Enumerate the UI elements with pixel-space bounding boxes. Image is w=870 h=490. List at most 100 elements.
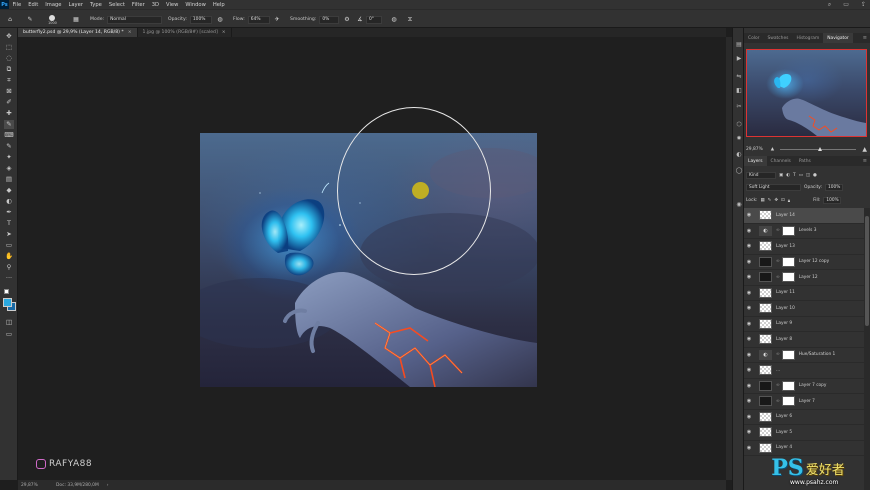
history-icon[interactable]: ▤ — [735, 40, 743, 48]
layer-row[interactable]: ◉ ◐ ∞ Hue/Saturation 1 — [744, 348, 864, 363]
visibility-eye-icon[interactable]: ◉ — [744, 352, 754, 358]
layers-scroll-thumb[interactable] — [865, 216, 869, 326]
clone-stamp-tool-icon[interactable]: ⌨ — [4, 131, 14, 140]
history-brush-tool-icon[interactable]: ✎ — [4, 142, 14, 151]
lock-artboard-icon[interactable]: ⊡ — [781, 198, 785, 203]
menu-help[interactable]: Help — [209, 2, 228, 8]
default-colors-icon[interactable] — [4, 289, 9, 294]
frame-tool-icon[interactable]: ⊠ — [4, 87, 14, 96]
tab-butterfly2[interactable]: butterfly2.psd @ 29,9% (Layer 14, RGB/8)… — [18, 28, 138, 37]
pen-pressure-tool-icon[interactable]: ◐ — [4, 197, 14, 206]
mask-link-icon[interactable]: ∞ — [776, 228, 780, 233]
zoom-tool-icon[interactable]: ⚲ — [4, 263, 14, 272]
tab-1jpg[interactable]: 1.jpg @ 100% (RGB/8#) [scaled] × — [138, 28, 232, 37]
lock-all-icon[interactable]: 🔒︎ — [788, 198, 790, 204]
visibility-eye-icon[interactable]: ◉ — [744, 321, 754, 327]
status-menu-arrow[interactable]: › — [99, 483, 109, 488]
layer-row[interactable]: ◉... — [744, 363, 864, 379]
canvas-area[interactable]: RAFYA88 — [18, 37, 726, 480]
angle-field[interactable]: 0° — [366, 15, 382, 24]
layer-row[interactable]: ◉ ∞ Layer 7 — [744, 394, 864, 410]
layer-mask-thumbnail[interactable] — [781, 272, 795, 283]
mask-link-icon[interactable]: ∞ — [776, 275, 780, 280]
visibility-eye-icon[interactable]: ◉ — [744, 398, 754, 404]
layer-row[interactable]: ◉ ∞ Layer 12 — [744, 270, 864, 286]
smoothing-field[interactable]: 0% — [319, 15, 340, 24]
menu-filter[interactable]: Filter — [128, 2, 148, 8]
healing-tool-icon[interactable]: ✚ — [4, 109, 14, 118]
zoom-level[interactable]: 29,87% — [18, 483, 40, 488]
photoshop-logo-icon[interactable]: Ps — [0, 0, 9, 9]
layer-row[interactable]: ◉ Layer 6 — [744, 410, 864, 425]
adjustments-icon[interactable]: ◐ — [735, 150, 743, 158]
smoothing-settings-icon[interactable]: ⚙ — [343, 10, 351, 29]
tab-histogram[interactable]: Histogram — [792, 33, 823, 43]
quick-mask-icon[interactable]: ◫ — [4, 318, 14, 327]
layer-mask-thumbnail[interactable] — [781, 256, 795, 267]
visibility-eye-icon[interactable]: ◉ — [744, 228, 754, 234]
lock-move-icon[interactable]: ✥ — [774, 198, 778, 203]
screen-mode-icon[interactable]: ▭ — [4, 330, 14, 339]
visibility-eye-icon[interactable]: ◉ — [744, 383, 754, 389]
visibility-eye-icon[interactable]: ◉ — [744, 367, 754, 373]
dodge-tool-icon[interactable]: ◆ — [4, 186, 14, 195]
filter-shape-icon[interactable]: ▭ — [799, 173, 803, 178]
zoom-out-icon[interactable]: ▲ — [771, 147, 774, 152]
tab-color[interactable]: Color — [744, 33, 763, 43]
menu-layer[interactable]: Layer — [65, 2, 86, 8]
layer-row[interactable]: ◉ Layer 11 — [744, 286, 864, 301]
layer-mask-thumbnail[interactable] — [781, 349, 795, 360]
mask-link-icon[interactable]: ∞ — [776, 399, 780, 404]
actions-play-icon[interactable]: ▶ — [735, 54, 743, 62]
pressure-opacity-icon[interactable]: ◍ — [216, 10, 224, 29]
eraser-tool-icon[interactable]: ✦ — [4, 153, 14, 162]
layer-fill-field[interactable]: 100% — [823, 197, 842, 204]
layer-row[interactable]: ◉ ∞ Layer 7 copy — [744, 379, 864, 394]
layer-row[interactable]: ◉ Layer 13 — [744, 239, 864, 255]
menu-file[interactable]: File — [9, 2, 25, 8]
eyedropper-tool-icon[interactable]: ✐ — [4, 98, 14, 107]
visibility-eye-icon[interactable]: ◉ — [744, 259, 754, 265]
layer-mask-thumbnail[interactable] — [781, 380, 795, 391]
brush-preset-picker[interactable]: 1000 — [48, 10, 57, 29]
layer-row[interactable]: ◉ ∞ Layer 12 copy — [744, 255, 864, 270]
menu-edit[interactable]: Edit — [25, 2, 42, 8]
zoom-in-icon[interactable]: ▲ — [862, 146, 867, 153]
filter-toggle-icon[interactable]: ● — [813, 173, 817, 178]
more-tools-tool-icon[interactable]: ··· — [4, 274, 14, 283]
symmetry-icon[interactable]: ⧖ — [406, 10, 414, 29]
rectangle-tool-icon[interactable]: ▭ — [4, 241, 14, 250]
brush-settings-panel-icon[interactable]: ✂ — [735, 102, 743, 110]
blend-mode-select[interactable]: Soft Light — [746, 184, 801, 191]
properties-icon[interactable]: ⇋ — [735, 72, 743, 80]
navigator-zoom-slider[interactable] — [780, 146, 857, 151]
layer-opacity-field[interactable]: 100% — [825, 184, 844, 191]
search-icon[interactable]: ⌕ — [828, 1, 831, 9]
lasso-tool-icon[interactable]: ◌ — [4, 54, 14, 63]
pressure-size-icon[interactable]: ◍ — [390, 10, 398, 29]
lock-paint-icon[interactable]: ✎ — [768, 198, 772, 203]
navigator-preview[interactable] — [746, 49, 867, 137]
filter-adjust-icon[interactable]: ◐ — [786, 173, 790, 178]
styles-icon[interactable]: ◯ — [735, 166, 743, 174]
menu-3d[interactable]: 3D — [148, 2, 162, 8]
brush-tool-icon[interactable]: ✎ — [4, 120, 14, 129]
layer-row[interactable]: ◉ Layer 10 — [744, 301, 864, 317]
crop-tool-icon[interactable]: ⌗ — [4, 76, 14, 85]
adjust-icon[interactable]: ◧ — [735, 86, 743, 94]
mask-link-icon[interactable]: ∞ — [776, 259, 780, 264]
tab-channels[interactable]: Channels — [767, 156, 795, 166]
tab-paths[interactable]: Paths — [795, 156, 815, 166]
workspace-icon[interactable]: ▭ — [843, 1, 849, 8]
pen-tool-icon[interactable]: ✒ — [4, 208, 14, 217]
visibility-eye-icon[interactable]: ◉ — [744, 429, 754, 435]
visibility-eye-icon[interactable]: ◉ — [744, 290, 754, 296]
tab-swatches[interactable]: Swatches — [763, 33, 792, 43]
flow-field[interactable]: 64% — [247, 15, 270, 24]
layer-row[interactable]: ◉ Layer 14 — [744, 208, 864, 224]
close-icon[interactable]: × — [128, 30, 132, 35]
visibility-eye-icon[interactable]: ◉ — [744, 305, 754, 311]
layer-mask-thumbnail[interactable] — [781, 225, 795, 236]
mode-select[interactable]: Normal — [107, 15, 163, 24]
type-tool-icon[interactable]: T — [4, 219, 14, 228]
